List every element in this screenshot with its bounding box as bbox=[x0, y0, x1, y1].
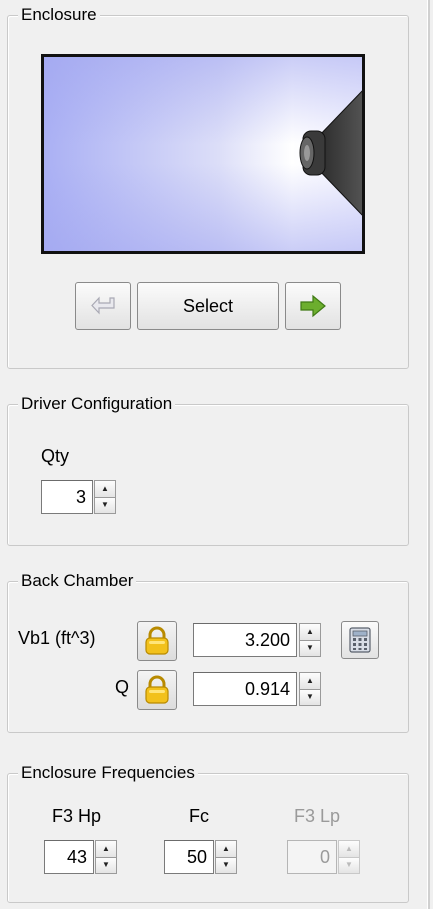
f3hp-input[interactable]: 43 bbox=[44, 840, 94, 874]
padlock-icon bbox=[145, 626, 169, 655]
enclosure-frequencies-group: Enclosure Frequencies bbox=[7, 762, 409, 903]
next-enclosure-button[interactable] bbox=[285, 282, 341, 330]
f3lp-input: 0 bbox=[287, 840, 337, 874]
f3lp-down-button: ▼ bbox=[338, 857, 360, 874]
q-label: Q bbox=[115, 677, 130, 697]
calculator-icon bbox=[349, 627, 371, 653]
q-down-button[interactable]: ▼ bbox=[299, 689, 321, 706]
qty-label: Qty bbox=[41, 446, 70, 466]
calculator-button[interactable] bbox=[341, 621, 379, 659]
f3lp-label: F3 Lp bbox=[294, 806, 341, 826]
q-up-button[interactable]: ▲ bbox=[299, 672, 321, 690]
f3hp-up-button[interactable]: ▲ bbox=[95, 840, 117, 858]
q-stepper[interactable]: ▲ ▼ bbox=[299, 672, 321, 706]
select-enclosure-button[interactable]: Select bbox=[137, 282, 279, 330]
vb1-input[interactable]: 3.200 bbox=[193, 623, 297, 657]
vb1-down-button[interactable]: ▼ bbox=[299, 640, 321, 657]
driver-configuration-title: Driver Configuration bbox=[18, 393, 176, 415]
forward-arrow-icon bbox=[300, 294, 326, 318]
f3hp-label: F3 Hp bbox=[52, 806, 102, 826]
back-arrow-icon bbox=[91, 296, 115, 315]
f3hp-stepper[interactable]: ▲ ▼ bbox=[95, 840, 117, 874]
fc-stepper[interactable]: ▲ ▼ bbox=[215, 840, 237, 874]
vb1-up-button[interactable]: ▲ bbox=[299, 623, 321, 641]
driver-configuration-group: Driver Configuration bbox=[7, 393, 409, 546]
qty-stepper[interactable]: ▲ ▼ bbox=[94, 480, 116, 514]
fc-input[interactable]: 50 bbox=[164, 840, 214, 874]
padlock-icon bbox=[145, 675, 169, 704]
back-chamber-title: Back Chamber bbox=[18, 570, 137, 592]
qty-down-button[interactable]: ▼ bbox=[94, 497, 116, 514]
enclosure-group-title: Enclosure bbox=[18, 4, 100, 26]
previous-enclosure-button[interactable] bbox=[75, 282, 131, 330]
q-lock-button[interactable] bbox=[137, 670, 177, 710]
vb1-lock-button[interactable] bbox=[137, 621, 177, 661]
fc-up-button[interactable]: ▲ bbox=[215, 840, 237, 858]
select-button-label: Select bbox=[182, 295, 234, 316]
q-input[interactable]: 0.914 bbox=[193, 672, 297, 706]
vb1-label: Vb1 (ft^3) bbox=[18, 628, 96, 648]
f3hp-down-button[interactable]: ▼ bbox=[95, 857, 117, 874]
vb1-stepper[interactable]: ▲ ▼ bbox=[299, 623, 321, 657]
speaker-driver-icon bbox=[299, 90, 362, 216]
f3lp-stepper: ▲ ▼ bbox=[338, 840, 360, 874]
enclosure-frequencies-title: Enclosure Frequencies bbox=[18, 762, 198, 784]
qty-up-button[interactable]: ▲ bbox=[94, 480, 116, 498]
fc-label: Fc bbox=[189, 806, 209, 826]
qty-input[interactable]: 3 bbox=[41, 480, 93, 514]
enclosure-preview bbox=[41, 54, 365, 254]
panel-divider bbox=[427, 0, 430, 909]
f3lp-up-button: ▲ bbox=[338, 840, 360, 858]
fc-down-button[interactable]: ▼ bbox=[215, 857, 237, 874]
